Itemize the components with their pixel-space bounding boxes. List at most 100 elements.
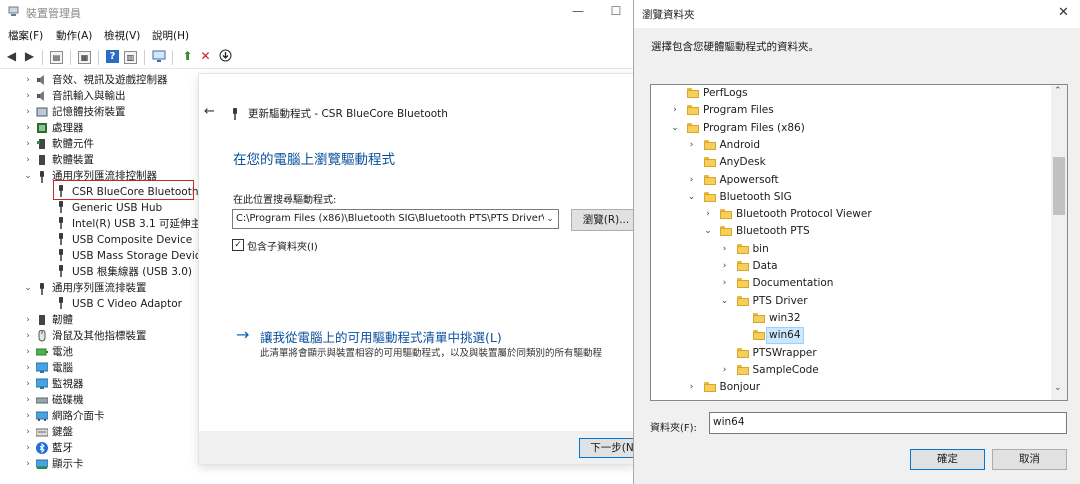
expand-arrow-icon[interactable]: ›: [22, 72, 34, 88]
folder-item[interactable]: › SampleCode: [651, 362, 1051, 379]
properties-icon[interactable]: ▦: [78, 51, 91, 64]
folder-item[interactable]: win64: [651, 327, 1051, 345]
chevron-down-icon[interactable]: ⌄: [544, 211, 556, 227]
folder-item[interactable]: › Program Files: [651, 102, 1051, 119]
chevron-right-icon[interactable]: ›: [687, 379, 697, 396]
maximize-button[interactable]: ☐: [608, 3, 624, 19]
folder-icon: [736, 295, 749, 306]
folder-icon: [703, 382, 716, 393]
console-tree-icon[interactable]: ▤: [50, 51, 63, 64]
usb-icon: [36, 170, 48, 183]
folder-label: SampleCode: [752, 363, 819, 376]
folder-item[interactable]: ⌄ Bluetooth PTS: [651, 223, 1051, 240]
chevron-right-icon[interactable]: ›: [670, 102, 680, 119]
scroll-up-icon[interactable]: ⌃: [1054, 86, 1062, 96]
expand-arrow-icon[interactable]: ›: [22, 104, 34, 120]
chevron-right-icon[interactable]: ›: [687, 172, 697, 189]
minimize-button[interactable]: —: [570, 3, 586, 19]
toolbar: ◀ ▶ ▤ ▦ ? ▥ ⬆ ✕: [0, 46, 640, 69]
driver-path-combobox[interactable]: C:\Program Files (x86)\Bluetooth SIG\Blu…: [232, 209, 559, 229]
firmware-icon: [36, 314, 48, 326]
expand-arrow-icon[interactable]: ›: [22, 312, 34, 328]
expand-arrow-icon[interactable]: ›: [22, 328, 34, 344]
download-icon[interactable]: [218, 49, 233, 64]
chevron-right-icon[interactable]: ›: [720, 275, 730, 292]
include-subfolders-checkbox[interactable]: ✓ 包含子資料夾(I): [232, 238, 352, 253]
menu-view[interactable]: 檢視(V): [104, 28, 140, 43]
search-location-label: 在此位置搜尋驅動程式:: [233, 195, 337, 206]
folder-item[interactable]: › Bonjour: [651, 379, 1051, 396]
folder-item[interactable]: › Apowersoft: [651, 172, 1051, 189]
update-driver-icon[interactable]: ⬆: [180, 49, 195, 64]
scan-hardware-icon[interactable]: [152, 49, 167, 64]
folder-label: Program Files: [703, 104, 774, 117]
browse-button[interactable]: 瀏覽(R)...: [571, 209, 635, 231]
folder-field[interactable]: win64: [709, 412, 1067, 434]
folder-item[interactable]: › Android: [651, 137, 1051, 154]
folder-item[interactable]: ⌄ PTS Driver: [651, 293, 1051, 310]
ok-button[interactable]: 確定: [910, 449, 985, 470]
expand-arrow-icon[interactable]: ›: [22, 136, 34, 152]
scrollbar-thumb[interactable]: [1053, 157, 1065, 215]
collapse-arrow-icon[interactable]: ⌄: [22, 168, 34, 184]
usb-icon: [36, 282, 48, 295]
chevron-down-icon[interactable]: ⌄: [703, 223, 713, 240]
expand-arrow-icon[interactable]: ›: [22, 152, 34, 168]
pick-driver-link[interactable]: 讓我從電腦上的可用驅動程式清單中挑選(L): [260, 327, 502, 346]
expand-arrow-icon[interactable]: ›: [22, 408, 34, 424]
folder-label: bin: [752, 242, 769, 255]
chevron-down-icon[interactable]: ⌄: [670, 120, 680, 137]
chevron-down-icon[interactable]: ⌄: [687, 189, 697, 206]
action-pane-icon[interactable]: ▥: [124, 51, 137, 64]
folder-item[interactable]: ⌄ Bluetooth SIG: [651, 189, 1051, 206]
back-arrow-icon[interactable]: ←: [204, 104, 215, 119]
close-icon[interactable]: ✕: [1058, 5, 1069, 20]
chevron-right-icon[interactable]: ›: [687, 137, 697, 154]
folder-icon: [703, 174, 716, 185]
next-button[interactable]: 下一步(N): [579, 438, 635, 458]
help-icon[interactable]: ?: [106, 50, 119, 63]
folder-item[interactable]: win32: [651, 310, 1051, 327]
folder-item[interactable]: PerfLogs: [651, 85, 1051, 102]
folder-item[interactable]: › Bluetooth Protocol Viewer: [651, 206, 1051, 223]
chevron-right-icon[interactable]: ›: [720, 362, 730, 379]
menu-help[interactable]: 說明(H): [152, 28, 189, 43]
checkbox-checked-icon[interactable]: ✓: [232, 239, 244, 251]
browse-folder-dialog: 瀏覽資料夾 ✕ 選擇包含您硬體驅動程式的資料夾。 PerfLogs › Progra…: [633, 0, 1080, 484]
folder-item[interactable]: AnyDesk: [651, 154, 1051, 171]
cancel-button[interactable]: 取消: [992, 449, 1067, 470]
folder-tree[interactable]: PerfLogs › Program Files ⌄ Program Files (x8…: [650, 84, 1068, 401]
folder-item[interactable]: › Data: [651, 258, 1051, 275]
expand-arrow-icon[interactable]: ›: [22, 88, 34, 104]
expand-arrow-icon[interactable]: ›: [22, 376, 34, 392]
vertical-scrollbar[interactable]: ⌃ ⌄: [1051, 85, 1067, 400]
expand-arrow-icon[interactable]: ›: [22, 440, 34, 456]
expand-arrow-icon[interactable]: ›: [22, 360, 34, 376]
folder-item[interactable]: ⌄ Program Files (x86): [651, 120, 1051, 137]
expand-arrow-icon[interactable]: ›: [22, 392, 34, 408]
forward-arrow-icon[interactable]: ▶: [22, 49, 37, 64]
folder-item[interactable]: › bin: [651, 241, 1051, 258]
link-arrow-icon[interactable]: →: [236, 325, 249, 344]
folder-field-label: 資料夾(F):: [650, 423, 697, 434]
collapse-arrow-icon[interactable]: ⌄: [22, 280, 34, 296]
toolbar-separator: [70, 50, 71, 65]
chevron-down-icon[interactable]: ⌄: [720, 293, 730, 310]
menu-file[interactable]: 檔案(F): [8, 28, 43, 43]
menu-action[interactable]: 動作(A): [56, 28, 92, 43]
expand-arrow-icon[interactable]: ›: [22, 456, 34, 472]
chevron-right-icon[interactable]: ›: [720, 258, 730, 275]
scroll-down-icon[interactable]: ⌄: [1054, 383, 1062, 393]
chevron-right-icon[interactable]: ›: [703, 206, 713, 223]
expand-arrow-icon[interactable]: ›: [22, 424, 34, 440]
chevron-right-icon[interactable]: ›: [720, 241, 730, 258]
folder-icon: [703, 139, 716, 150]
back-arrow-icon[interactable]: ◀: [4, 49, 19, 64]
uninstall-device-icon[interactable]: ✕: [198, 49, 213, 64]
folder-item[interactable]: › Documentation: [651, 275, 1051, 292]
browse-folder-titlebar: 瀏覽資料夾 ✕: [634, 0, 1080, 28]
browse-folder-title: 瀏覽資料夾: [642, 9, 695, 21]
folder-item[interactable]: PTSWrapper: [651, 345, 1051, 362]
expand-arrow-icon[interactable]: ›: [22, 120, 34, 136]
expand-arrow-icon[interactable]: ›: [22, 344, 34, 360]
